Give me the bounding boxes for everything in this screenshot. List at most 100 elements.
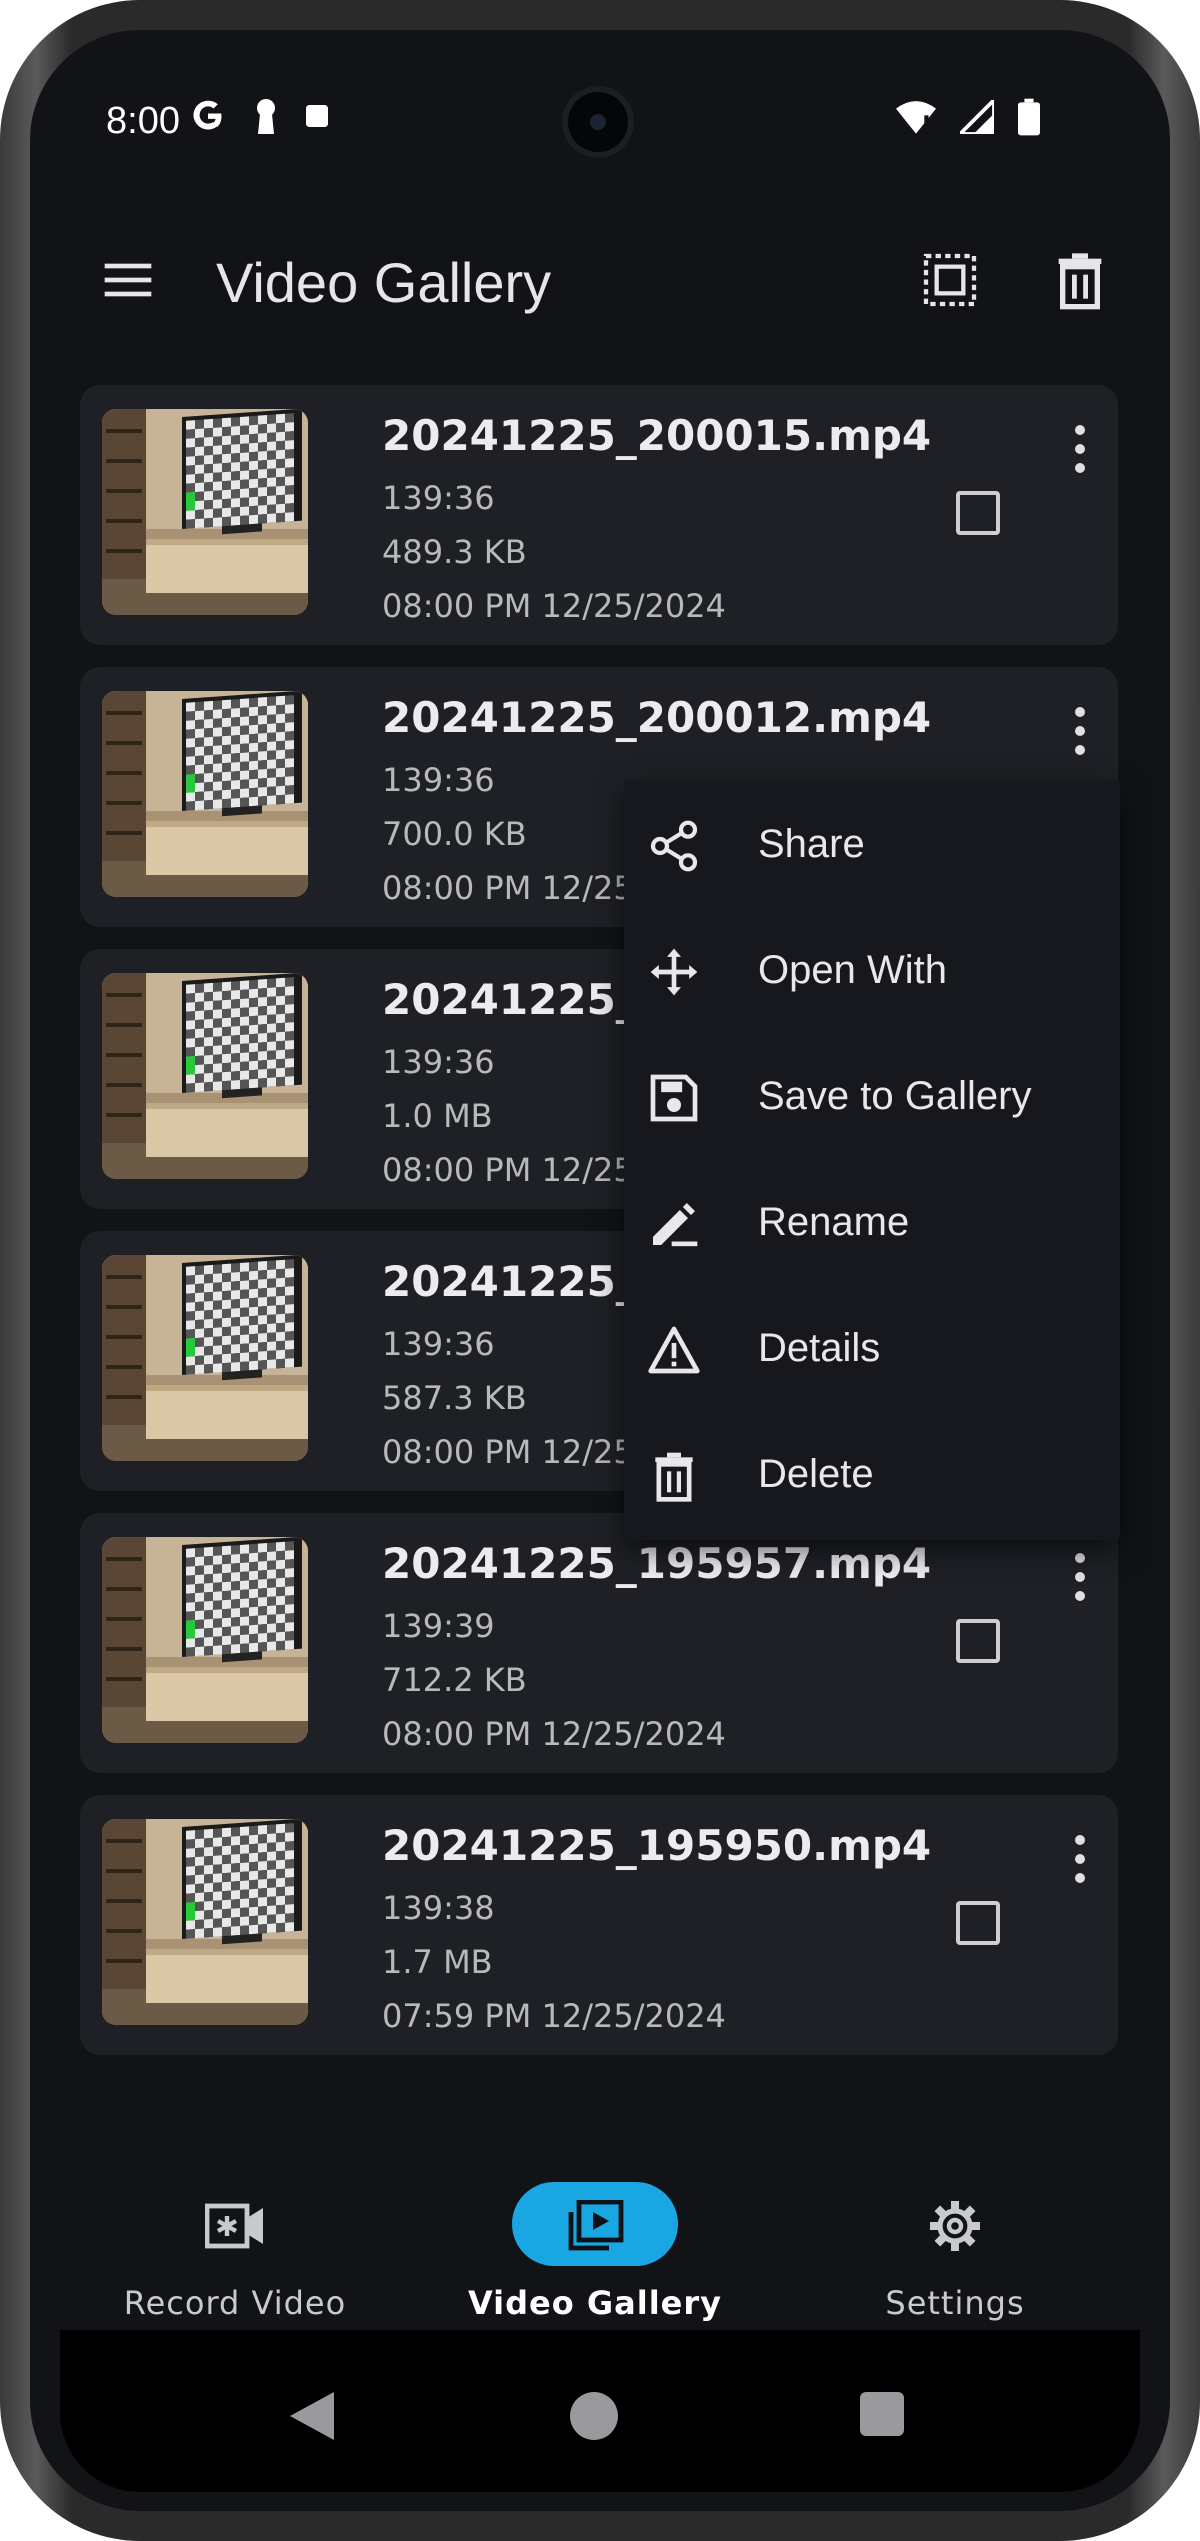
back-icon[interactable] xyxy=(290,2392,334,2440)
status-time: 8:00 xyxy=(106,100,180,142)
video-size: 1.7 MB xyxy=(382,1943,493,1981)
video-name: 20241225_200012.mp4 xyxy=(382,693,932,742)
nav-item-record-video[interactable]: Record Video xyxy=(70,2160,370,2340)
menu-item-label: Rename xyxy=(758,1200,910,1244)
video-duration: 139:36 xyxy=(382,761,495,799)
thumbnail-image xyxy=(102,973,308,1179)
more-vert-dot xyxy=(1075,726,1085,736)
wifi-icon xyxy=(896,101,936,134)
more-vert-dot xyxy=(1075,425,1085,435)
menu-item-share[interactable]: Share xyxy=(624,780,1120,906)
select-checkbox[interactable] xyxy=(956,1619,1000,1663)
video-size: 712.2 KB xyxy=(382,1661,527,1699)
gear-icon xyxy=(930,2201,980,2251)
nav-item-settings[interactable]: Settings xyxy=(790,2160,1090,2340)
menu-item-save-to-gallery[interactable]: Save to Gallery xyxy=(624,1032,1120,1158)
more-options-button[interactable] xyxy=(1060,421,1100,477)
video-thumbnail[interactable] xyxy=(102,409,308,615)
video-card[interactable]: 20241225_195950.mp4 139:38 1.7 MB 07:59 … xyxy=(80,1795,1118,2055)
more-vert-dot xyxy=(1075,444,1085,454)
video-size: 700.0 KB xyxy=(382,815,527,853)
square-icon xyxy=(306,105,328,127)
front-camera xyxy=(568,92,628,152)
home-button[interactable] xyxy=(570,2392,618,2440)
video-date: 07:59 PM 12/25/2024 xyxy=(382,1997,726,2035)
select-all-button[interactable] xyxy=(918,248,982,312)
video-date: 08:00 PM 12/25/2024 xyxy=(382,1715,726,1753)
thumbnail-image xyxy=(102,691,308,897)
hamburger-menu-button[interactable] xyxy=(100,252,156,308)
move-arrows-icon xyxy=(650,948,698,996)
keyhole-icon xyxy=(257,99,275,134)
status-icons-right xyxy=(896,98,1040,136)
video-duration: 139:39 xyxy=(382,1607,495,1645)
more-options-button[interactable] xyxy=(1060,703,1100,759)
video-thumbnail[interactable] xyxy=(102,1819,308,2025)
power-button xyxy=(1196,1080,1200,1410)
more-vert-dot xyxy=(1075,463,1085,473)
menu-item-rename[interactable]: Rename xyxy=(624,1158,1120,1284)
video-card[interactable]: 20241225_200015.mp4 139:36 489.3 KB 08:0… xyxy=(80,385,1118,645)
pencil-icon xyxy=(653,1203,698,1247)
video-duration: 139:36 xyxy=(382,479,495,517)
video-card[interactable]: 20241225_195957.mp4 139:39 712.2 KB 08:0… xyxy=(80,1513,1118,1773)
thumbnail-image xyxy=(102,1819,308,2025)
page-title: Video Gallery xyxy=(216,251,552,314)
nav-item-video-gallery[interactable]: Video Gallery xyxy=(430,2160,730,2340)
video-size: 489.3 KB xyxy=(382,533,527,571)
menu-item-open-with[interactable]: Open With xyxy=(624,906,1120,1032)
share-icon xyxy=(650,820,698,872)
video-name: 20241225_195950.mp4 xyxy=(382,1821,932,1870)
video-library-icon xyxy=(568,2200,624,2251)
delete-selected-button[interactable] xyxy=(1048,248,1112,312)
more-vert-dot xyxy=(1075,745,1085,755)
nav-label: Record Video xyxy=(123,2284,347,2322)
video-size: 1.0 MB xyxy=(382,1097,493,1135)
video-date: 08:00 PM 12/25/2024 xyxy=(382,587,726,625)
nav-label: Settings xyxy=(885,2284,1025,2322)
more-vert-dot xyxy=(1075,707,1085,717)
video-duration: 139:36 xyxy=(382,1043,495,1081)
video-size: 587.3 KB xyxy=(382,1379,527,1417)
menu-item-label: Delete xyxy=(758,1452,874,1496)
select-checkbox[interactable] xyxy=(956,491,1000,535)
trash-icon xyxy=(1058,253,1102,310)
trash-icon xyxy=(655,1452,693,1502)
screen: 8:00 Video Gallery 20241225_200015.mp4 1… xyxy=(30,30,1170,2511)
more-vert-dot xyxy=(1075,1835,1085,1845)
volume-button xyxy=(1196,700,1200,890)
google-g-icon xyxy=(193,100,222,130)
more-vert-dot xyxy=(1075,1591,1085,1601)
thumbnail-image xyxy=(102,1255,308,1461)
video-duration: 139:36 xyxy=(382,1325,495,1363)
video-thumbnail[interactable] xyxy=(102,1537,308,1743)
menu-item-label: Share xyxy=(758,822,865,866)
context-menu: Share Open With Save to Gallery Rename D… xyxy=(624,780,1120,1540)
select-checkbox[interactable] xyxy=(956,1901,1000,1945)
menu-item-label: Details xyxy=(758,1326,881,1370)
video-thumbnail[interactable] xyxy=(102,1255,308,1461)
status-icons-left xyxy=(190,98,328,134)
more-vert-dot xyxy=(1075,1873,1085,1883)
thumbnail-image xyxy=(102,1537,308,1743)
video-name: 20241225_200015.mp4 xyxy=(382,411,932,460)
more-options-button[interactable] xyxy=(1060,1549,1100,1605)
more-vert-dot xyxy=(1075,1854,1085,1864)
video-name: 20241225_195957.mp4 xyxy=(382,1539,932,1588)
menu-item-details[interactable]: Details xyxy=(624,1284,1120,1410)
menu-item-label: Open With xyxy=(758,948,947,992)
more-vert-dot xyxy=(1075,1572,1085,1582)
menu-item-delete[interactable]: Delete xyxy=(624,1410,1120,1536)
more-vert-dot xyxy=(1075,1553,1085,1563)
nav-label: Video Gallery xyxy=(467,2284,723,2322)
recents-button[interactable] xyxy=(860,2392,904,2436)
select-all-icon xyxy=(923,253,977,307)
hamburger-icon xyxy=(104,263,152,297)
floppy-save-icon xyxy=(650,1074,698,1122)
video-thumbnail[interactable] xyxy=(102,691,308,897)
video-duration: 139:38 xyxy=(382,1889,495,1927)
more-options-button[interactable] xyxy=(1060,1831,1100,1887)
cell-signal-icon xyxy=(960,100,994,134)
video-thumbnail[interactable] xyxy=(102,973,308,1179)
video-record-icon xyxy=(205,2203,263,2249)
